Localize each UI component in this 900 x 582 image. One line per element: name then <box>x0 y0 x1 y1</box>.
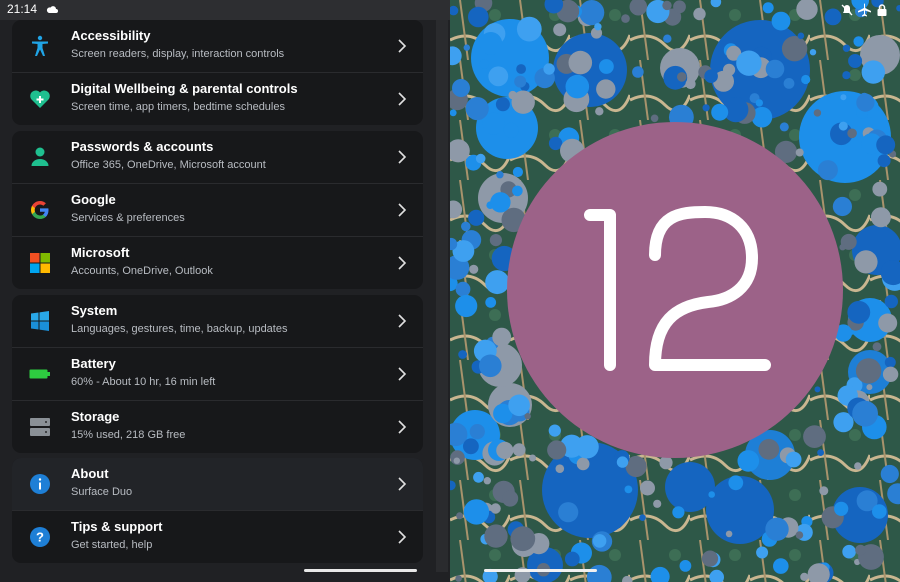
settings-item-subtitle: 15% used, 218 GB free <box>71 429 186 441</box>
google-icon <box>31 201 49 219</box>
help-icon: ? <box>30 527 50 547</box>
gesture-handle[interactable] <box>484 569 597 572</box>
scrollbar[interactable] <box>436 20 448 572</box>
settings-item-subtitle: Services & preferences <box>71 212 185 224</box>
settings-item-storage[interactable]: Storage 15% used, 218 GB free <box>12 401 423 453</box>
gesture-handle[interactable] <box>304 569 417 572</box>
lock-icon <box>877 4 887 16</box>
settings-item-digital-wellbeing[interactable]: Digital Wellbeing & parental controls Sc… <box>12 73 423 125</box>
settings-item-title: Google <box>71 192 116 207</box>
chevron-right-icon <box>398 39 407 53</box>
status-bar: 21:14 <box>0 0 450 20</box>
settings-item-title: About <box>71 466 109 481</box>
settings-item-title: Storage <box>71 409 120 424</box>
settings-item-subtitle: Languages, gestures, time, backup, updat… <box>71 323 288 335</box>
settings-item-google[interactable]: Google Services & preferences <box>12 184 423 237</box>
settings-group-display: Accessibility Screen readers, display, i… <box>12 20 423 125</box>
airplane-icon <box>858 3 871 17</box>
settings-item-subtitle: Screen readers, display, interaction con… <box>71 48 285 60</box>
settings-item-title: Digital Wellbeing & parental controls <box>71 81 298 96</box>
wellbeing-icon <box>30 90 50 108</box>
settings-item-tips-support[interactable]: ? Tips & support Get started, help <box>12 511 423 563</box>
purple-disc <box>507 122 843 458</box>
chevron-right-icon <box>398 92 407 106</box>
settings-pane: 21:14 Accessibility Screen readers, disp… <box>0 0 450 582</box>
svg-text:?: ? <box>36 530 44 545</box>
accessibility-icon <box>32 35 48 56</box>
settings-item-passwords-accounts[interactable]: Passwords & accounts Office 365, OneDriv… <box>12 131 423 184</box>
settings-group-about: About Surface Duo ? Tips & support Get s… <box>12 458 423 563</box>
status-icons <box>841 3 887 17</box>
chevron-right-icon <box>398 420 407 434</box>
settings-item-title: System <box>71 303 118 318</box>
storage-icon <box>30 418 50 436</box>
settings-item-subtitle: Get started, help <box>71 539 153 551</box>
clock: 21:14 <box>7 2 38 16</box>
bell-off-icon <box>841 4 853 16</box>
settings-item-battery[interactable]: Battery 60% - About 10 hr, 16 min left <box>12 348 423 401</box>
settings-item-title: Passwords & accounts <box>71 139 214 154</box>
chevron-right-icon <box>398 150 407 164</box>
settings-item-microsoft[interactable]: Microsoft Accounts, OneDrive, Outlook <box>12 237 423 289</box>
chevron-right-icon <box>398 530 407 544</box>
settings-item-system[interactable]: System Languages, gestures, time, backup… <box>12 295 423 348</box>
chevron-right-icon <box>398 314 407 328</box>
settings-item-subtitle: Screen time, app timers, bedtime schedul… <box>71 101 285 113</box>
settings-item-title: Microsoft <box>71 245 130 260</box>
settings-group-accounts: Passwords & accounts Office 365, OneDriv… <box>12 131 423 289</box>
settings-item-accessibility[interactable]: Accessibility Screen readers, display, i… <box>12 20 423 73</box>
settings-item-subtitle: 60% - About 10 hr, 16 min left <box>71 376 216 388</box>
battery-icon <box>29 369 50 379</box>
chevron-right-icon <box>398 477 407 491</box>
chevron-right-icon <box>398 256 407 270</box>
microsoft-icon <box>30 253 50 273</box>
settings-item-title: Accessibility <box>71 28 151 43</box>
settings-item-title: Battery <box>71 356 116 371</box>
settings-item-subtitle: Accounts, OneDrive, Outlook <box>71 265 213 277</box>
settings-item-title: Tips & support <box>71 519 163 534</box>
chevron-right-icon <box>398 367 407 381</box>
cloud-icon <box>46 6 58 13</box>
settings-item-about[interactable]: About Surface Duo <box>12 458 423 511</box>
info-icon <box>30 474 50 494</box>
wallpaper-pane <box>450 0 900 582</box>
chevron-right-icon <box>398 203 407 217</box>
settings-group-device: System Languages, gestures, time, backup… <box>12 295 423 453</box>
android-12-wallpaper <box>450 0 900 582</box>
windows-system-icon <box>31 311 49 331</box>
account-icon <box>31 147 49 166</box>
settings-item-subtitle: Office 365, OneDrive, Microsoft account <box>71 159 266 171</box>
settings-item-subtitle: Surface Duo <box>71 486 133 498</box>
